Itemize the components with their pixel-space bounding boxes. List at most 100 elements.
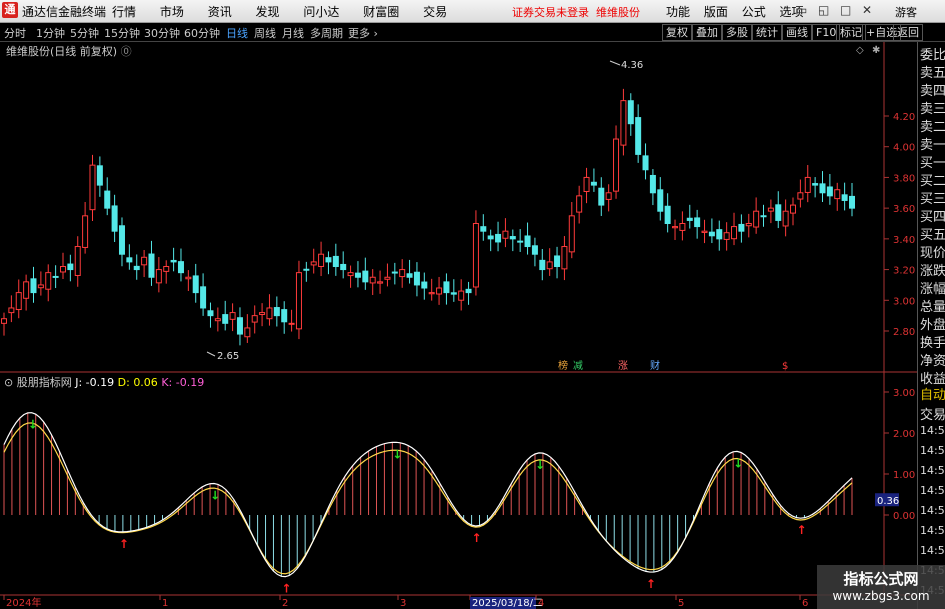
event-tags: 榜减 涨 财 $ [558, 359, 788, 372]
date-tick-label: 3 [400, 598, 406, 609]
trade-time-label: 14:56 [920, 444, 945, 457]
buy-arrow-icon: ↑ [119, 537, 129, 551]
candle-body [554, 255, 561, 268]
side-panel-label: 卖二 [920, 120, 945, 135]
candle-body [347, 272, 354, 277]
candle-body [111, 205, 118, 232]
candle-body [214, 318, 221, 322]
candle-body [509, 236, 516, 240]
candle-body [760, 215, 767, 218]
candle-body [155, 269, 162, 284]
candle-body [701, 230, 708, 233]
candle-body [576, 195, 583, 213]
candle-body [812, 183, 819, 186]
settings-icon[interactable]: ✱ [872, 45, 880, 56]
candle-body [642, 155, 649, 171]
buy-arrow-icon: ↑ [472, 531, 482, 545]
trade-time-label[interactable]: 交易 [920, 404, 945, 423]
candle-body [745, 223, 752, 227]
event-tag: 减 [573, 360, 583, 372]
candle-body [524, 235, 531, 248]
event-tag: 榜 [558, 359, 568, 372]
candle-body [495, 233, 502, 243]
side-panel-label: 买四 [920, 210, 945, 225]
date-tick-label: 2025/03/18/二 [472, 598, 543, 609]
event-tag: 财 [650, 359, 660, 372]
watermark: 指标公式网 www.zbgs3.com [817, 565, 945, 609]
side-panel-label: 买五 [920, 228, 945, 243]
sell-arrow-icon: ↓ [28, 418, 38, 432]
candle-body [613, 138, 620, 192]
candle-body [517, 240, 524, 243]
event-tag: $ [782, 361, 788, 372]
candle-body [782, 210, 789, 227]
low-marker-line [206, 351, 216, 357]
candle-body [767, 207, 774, 212]
collapse-icon[interactable]: ◇ [856, 45, 864, 56]
auto-trade-toggle[interactable]: 自动 [920, 384, 945, 403]
trade-time-label: 14:56 [920, 484, 945, 497]
sell-arrow-icon: ↓ [733, 456, 743, 470]
candle-body [362, 270, 369, 283]
candle-body [384, 276, 391, 280]
candle-body [82, 215, 89, 248]
candle-body [295, 272, 302, 330]
indicator-title: ⊙ 股朋指标网 J: -0.19 D: 0.06 K: -0.19 [4, 374, 204, 390]
candle-body [627, 100, 634, 125]
candle-body [104, 190, 111, 209]
indicator-k: K: -0.19 [161, 376, 205, 389]
candle-body [399, 269, 406, 278]
candle-body [620, 100, 627, 146]
candle-body [797, 192, 804, 200]
candle-body [686, 217, 693, 221]
candle-body [325, 257, 332, 263]
candle-body [15, 292, 22, 311]
candle-body [583, 176, 590, 193]
candle-body [723, 232, 730, 240]
candle-body [222, 314, 229, 324]
candle-body [96, 165, 103, 186]
candle-body [841, 194, 848, 201]
candle-body [126, 257, 133, 263]
date-tick-label: 2 [282, 598, 288, 609]
candle-body [731, 226, 738, 240]
candle-body [598, 187, 605, 206]
indicator-tick-label: 3.00 [893, 388, 915, 399]
candle-body [23, 281, 30, 299]
trade-time-label: 14:56 [920, 544, 945, 557]
sell-arrow-icon: ↓ [535, 458, 545, 472]
side-panel-label: 买一 [920, 156, 945, 171]
indicator-histogram [3, 412, 853, 577]
candle-body [185, 276, 192, 280]
candle-body [480, 226, 487, 232]
side-panel-label: 卖五 [920, 66, 945, 81]
indicator-toggle-icon[interactable]: ⊙ [4, 376, 13, 389]
candle-body [531, 245, 538, 255]
side-panel-label: 涨幅 [920, 282, 945, 297]
date-tick-label: 6 [802, 598, 808, 609]
candle-body [849, 195, 855, 209]
quote-side-panel: 委比 卖五 卖四 卖三 卖二 卖一 买一 买二 买三 买四 买五 现价 涨跌 涨幅 总量 外盘 换手 净资 收益 自动… [917, 42, 945, 609]
side-panel-label: 卖三 [920, 102, 945, 117]
indicator-name: 股朋指标网 [16, 376, 72, 389]
side-panel-label: 委比 [920, 48, 945, 63]
candle-body [303, 268, 310, 271]
candle-body [819, 183, 826, 194]
candle-body [487, 235, 494, 240]
candle-body [266, 307, 273, 320]
candle-body [406, 273, 413, 278]
candle-body [45, 272, 52, 290]
price-tick-label: 3.20 [893, 266, 915, 277]
indicator-axis: 3.00 2.00 1.00 0.00 0.36 [875, 388, 915, 522]
candle-body [568, 215, 575, 253]
candle-body [679, 223, 686, 231]
indicator-tick-label: 0.00 [893, 511, 915, 522]
price-tick-label: 3.00 [893, 296, 915, 307]
candle-body [236, 317, 243, 335]
candle-body [177, 261, 184, 274]
candle-body [561, 246, 568, 270]
candle-body [354, 272, 361, 278]
candle-body [472, 223, 479, 288]
kline-chart[interactable]: 4.20 4.00 3.80 3.60 3.40 3.20 3.00 2.80 4.36 2.6… [0, 0, 917, 609]
candle-body [635, 117, 642, 155]
